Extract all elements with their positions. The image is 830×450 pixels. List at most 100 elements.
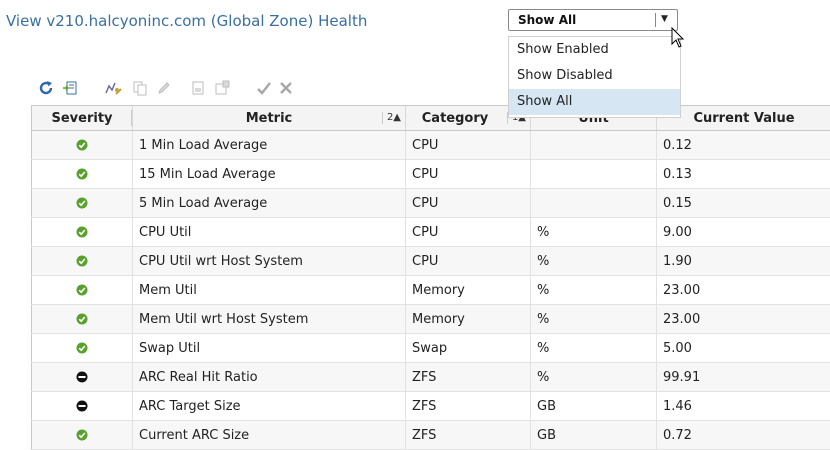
status-ok-icon xyxy=(76,226,88,238)
table-header-row: Severity Metric 2▲ Category 1▲ Unit Curr… xyxy=(32,106,830,131)
severity-cell xyxy=(32,131,133,160)
filter-option-show-all[interactable]: Show All xyxy=(509,89,680,115)
table-row[interactable]: 1 Min Load AverageCPU 0.12 xyxy=(32,131,830,160)
filter-select[interactable]: Show All ▼ xyxy=(508,9,678,31)
metric-cell: ARC Target Size xyxy=(133,392,406,421)
status-ok-icon xyxy=(76,168,88,180)
category-cell: CPU xyxy=(406,131,531,160)
disable-x-icon[interactable] xyxy=(276,78,296,98)
severity-cell xyxy=(32,392,133,421)
mouse-cursor-icon xyxy=(671,27,685,52)
status-ok-icon xyxy=(76,429,88,441)
severity-cell xyxy=(32,276,133,305)
unit-cell: % xyxy=(531,334,657,363)
unit-cell: GB xyxy=(531,421,657,450)
current-value-cell: 0.72 xyxy=(657,421,830,450)
status-ok-icon xyxy=(76,313,88,325)
current-value-cell: 0.12 xyxy=(657,131,830,160)
metric-cell: CPU Util wrt Host System xyxy=(133,247,406,276)
metric-cell: 1 Min Load Average xyxy=(133,131,406,160)
category-cell: CPU xyxy=(406,160,531,189)
metric-sort-indicator[interactable]: 2▲ xyxy=(382,112,401,124)
status-ok-icon xyxy=(76,342,88,354)
filter-option-show-enabled[interactable]: Show Enabled xyxy=(509,37,680,63)
metric-cell: 15 Min Load Average xyxy=(133,160,406,189)
status-disabled-icon xyxy=(76,400,88,412)
category-cell: Swap xyxy=(406,334,531,363)
table-row[interactable]: ARC Real Hit RatioZFS%99.91 xyxy=(32,363,830,392)
category-cell: Memory xyxy=(406,276,531,305)
metric-cell: CPU Util xyxy=(133,218,406,247)
unit-cell xyxy=(531,131,657,160)
chevron-down-icon[interactable]: ▼ xyxy=(661,14,668,24)
current-value-header-label: Current Value xyxy=(693,111,794,126)
status-ok-icon xyxy=(76,255,88,267)
unit-cell xyxy=(531,160,657,189)
filter-option-show-disabled[interactable]: Show Disabled xyxy=(509,63,680,89)
severity-cell xyxy=(32,363,133,392)
category-cell: CPU xyxy=(406,189,531,218)
unit-cell: % xyxy=(531,218,657,247)
current-value-cell: 23.00 xyxy=(657,305,830,334)
filter-dropdown-menu: Show Enabled Show Disabled Show All xyxy=(508,36,681,118)
severity-cell xyxy=(32,218,133,247)
page-icon[interactable] xyxy=(188,78,208,98)
unit-cell: % xyxy=(531,363,657,392)
table-row[interactable]: Mem Util wrt Host SystemMemory%23.00 xyxy=(32,305,830,334)
table-row[interactable]: 15 Min Load AverageCPU 0.13 xyxy=(32,160,830,189)
severity-cell xyxy=(32,247,133,276)
metric-cell: Current ARC Size xyxy=(133,421,406,450)
filter-selected-value: Show All xyxy=(518,13,576,27)
current-value-cell: 99.91 xyxy=(657,363,830,392)
column-header-metric[interactable]: Metric 2▲ xyxy=(133,106,406,131)
page-settings-icon[interactable] xyxy=(212,78,232,98)
current-value-cell: 1.90 xyxy=(657,247,830,276)
current-value-cell: 5.00 xyxy=(657,334,830,363)
select-separator xyxy=(655,13,656,27)
metric-cell: ARC Real Hit Ratio xyxy=(133,363,406,392)
table-row[interactable]: Swap UtilSwap%5.00 xyxy=(32,334,830,363)
current-value-cell: 0.13 xyxy=(657,160,830,189)
column-header-severity[interactable]: Severity xyxy=(32,106,133,131)
category-cell: ZFS xyxy=(406,421,531,450)
current-value-cell: 1.46 xyxy=(657,392,830,421)
category-header-label: Category xyxy=(422,111,488,126)
table-row[interactable]: 5 Min Load AverageCPU 0.15 xyxy=(32,189,830,218)
refresh-icon[interactable] xyxy=(36,78,56,98)
category-cell: CPU xyxy=(406,218,531,247)
status-ok-icon xyxy=(76,139,88,151)
current-value-cell: 23.00 xyxy=(657,276,830,305)
severity-cell xyxy=(32,421,133,450)
unit-cell: % xyxy=(531,247,657,276)
severity-cell xyxy=(32,334,133,363)
edit-thresholds-icon[interactable] xyxy=(104,78,124,98)
copy-icon[interactable] xyxy=(130,78,150,98)
enable-check-icon[interactable] xyxy=(254,78,274,98)
metric-cell: Mem Util wrt Host System xyxy=(133,305,406,334)
severity-cell xyxy=(32,189,133,218)
page-title: View v210.halcyoninc.com (Global Zone) H… xyxy=(6,12,367,30)
table-row[interactable]: ARC Target SizeZFSGB1.46 xyxy=(32,392,830,421)
table-row[interactable]: Mem UtilMemory%23.00 xyxy=(32,276,830,305)
unit-cell: % xyxy=(531,276,657,305)
unit-cell: % xyxy=(531,305,657,334)
table-row[interactable]: CPU UtilCPU%9.00 xyxy=(32,218,830,247)
export-icon[interactable] xyxy=(60,78,80,98)
edit-icon[interactable] xyxy=(154,78,174,98)
unit-cell xyxy=(531,189,657,218)
severity-header-label: Severity xyxy=(51,111,112,126)
table-row[interactable]: CPU Util wrt Host SystemCPU%1.90 xyxy=(32,247,830,276)
category-cell: CPU xyxy=(406,247,531,276)
status-ok-icon xyxy=(76,197,88,209)
metric-cell: 5 Min Load Average xyxy=(133,189,406,218)
metric-cell: Mem Util xyxy=(133,276,406,305)
unit-cell: GB xyxy=(531,392,657,421)
health-metrics-table: Severity Metric 2▲ Category 1▲ Unit Curr… xyxy=(31,105,830,450)
current-value-cell: 0.15 xyxy=(657,189,830,218)
column-header-current-value[interactable]: Current Value xyxy=(657,106,830,131)
current-value-cell: 9.00 xyxy=(657,218,830,247)
table-row[interactable]: Current ARC SizeZFSGB0.72 xyxy=(32,421,830,450)
category-cell: Memory xyxy=(406,305,531,334)
category-cell: ZFS xyxy=(406,392,531,421)
severity-cell xyxy=(32,160,133,189)
